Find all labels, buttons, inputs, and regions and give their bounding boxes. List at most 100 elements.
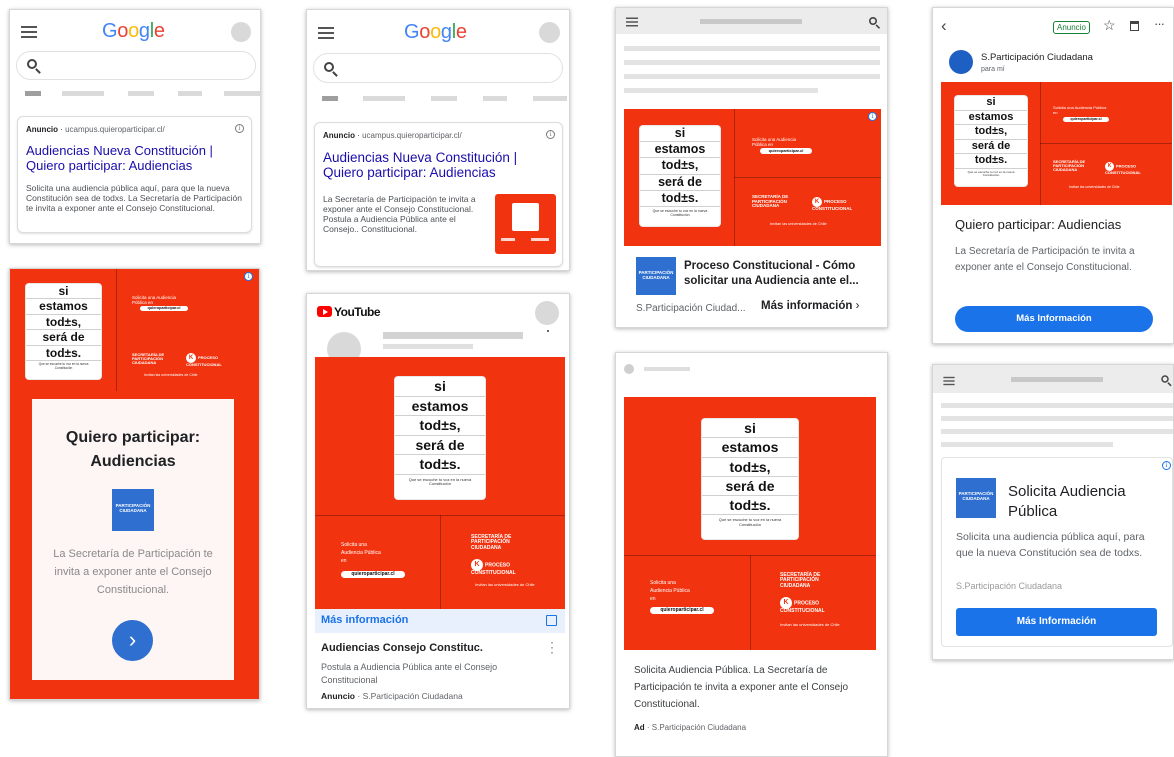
search-input[interactable]	[16, 51, 256, 80]
sender-avatar	[949, 50, 973, 74]
ad-description: Solicita Audiencia Pública. La Secretarí…	[634, 665, 849, 710]
source-placeholder	[644, 367, 690, 371]
search-icon	[27, 59, 37, 69]
adchoices-icon[interactable]: i	[1162, 461, 1171, 470]
tab-all[interactable]	[25, 91, 41, 96]
display-ad[interactable]: i PARTICIPACIÓN CIUDADANA Solicita Audien…	[941, 457, 1173, 647]
recipient: para mí	[981, 66, 1005, 73]
campaign-slogan: si estamos tod±s, será de tod±s. Que se escu…	[26, 284, 101, 379]
mas-informacion-button[interactable]: Más Información	[956, 608, 1157, 636]
url-pill: quieroparticipar.cl	[760, 148, 812, 154]
search-icon	[324, 62, 334, 72]
external-link-icon[interactable]	[546, 615, 557, 626]
tab-placeholder[interactable]	[483, 96, 507, 101]
account-avatar[interactable]	[535, 301, 559, 325]
tab-placeholder[interactable]	[62, 91, 104, 96]
discover-ad-card: si estamos tod±s, será de tod±s. Que se escu…	[615, 352, 888, 757]
ad-description: Solicita una audiencia pública aquí, par…	[956, 531, 1145, 559]
secretaria-logo: SECRETARÍA DE PARTICIPACIÓN CIUDADANA	[752, 194, 789, 209]
solicita-text: Solicita una Audiencia Pública en	[1053, 105, 1107, 115]
invitan-text: Invitan las universidades de Chile	[1069, 185, 1120, 189]
mas-informacion-link[interactable]: Más información ›	[761, 300, 859, 312]
invitan-text: Invitan las universidades de Chile	[475, 582, 535, 587]
ad-title[interactable]: Quiero participar: Audiencias	[955, 217, 1121, 232]
account-avatar[interactable]	[231, 22, 251, 42]
tab-placeholder[interactable]	[431, 96, 457, 101]
tab-placeholder[interactable]	[533, 96, 567, 101]
adchoices-icon[interactable]: i	[868, 112, 877, 121]
youtube-play-icon	[317, 306, 332, 317]
campaign-slogan: si estamos tod±s, será de tod±s. Que se escu…	[955, 96, 1027, 186]
ad-title-link[interactable]: Audiencias Nueva Constitución | Quiero p…	[26, 143, 246, 173]
address-bar[interactable]	[1011, 377, 1103, 382]
interstitial-panel[interactable]: Quiero participar: Audiencias PARTICIPAC…	[32, 399, 234, 680]
search-ad-result[interactable]: Anuncio · ucampus.quieroparticipar.cl/ i…	[17, 116, 252, 233]
tab-placeholder[interactable]	[363, 96, 405, 101]
menu-icon[interactable]	[318, 27, 334, 39]
more-options-icon[interactable]	[547, 330, 549, 332]
ad-description: Solicita una audiencia pública aquí, par…	[26, 183, 242, 213]
ad-footer: Ad · S.Participación Ciudadana	[634, 723, 747, 732]
search-ad-result[interactable]: Anuncio · ucampus.quieroparticipar.cl/ i…	[314, 122, 563, 267]
account-avatar[interactable]	[539, 22, 560, 43]
ad-poster[interactable]: si estamos tod±s, será de tod±s. Que se escu…	[941, 82, 1172, 205]
ad-poster[interactable]: si estamos tod±s, será de tod±s. Que se escu…	[624, 109, 881, 246]
solicita-text: Solicita una Audiencia Pública en	[650, 580, 690, 602]
ad-badge: Anuncio	[1053, 21, 1090, 34]
mas-informacion-button[interactable]: Más Información	[955, 306, 1153, 332]
menu-icon[interactable]	[626, 17, 638, 27]
responsive-display-ad-card: i PARTICIPACIÓN CIUDADANA Solicita Audien…	[932, 364, 1174, 660]
source-icon	[624, 364, 634, 374]
text-placeholder	[383, 344, 473, 349]
google-logo: Google	[404, 21, 467, 43]
url-pill: quieroparticipar.cl	[341, 571, 405, 578]
back-arrow-icon[interactable]: ‹	[941, 16, 947, 36]
mas-informacion-link[interactable]: Más información	[321, 614, 408, 626]
ad-description: La Secretaría de Participación te invita…	[53, 548, 213, 596]
tab-placeholder[interactable]	[128, 91, 154, 96]
star-icon[interactable]: ☆	[1103, 17, 1116, 33]
solicita-text: Solicita una Audiencia Pública en	[341, 542, 381, 564]
info-icon[interactable]: i	[235, 124, 244, 133]
tab-placeholder[interactable]	[178, 91, 202, 96]
ad-title[interactable]: Audiencias Consejo Constituc.	[321, 642, 483, 654]
content-placeholder	[624, 46, 880, 51]
ad-footer: Anuncio · S.Participación Ciudadana	[321, 691, 463, 701]
ad-title: Solicita Audiencia Pública	[1008, 483, 1126, 520]
poster-divider	[734, 177, 881, 178]
menu-icon[interactable]	[943, 376, 955, 386]
youtube-ad-card: YouTube si estamos tod±s, será de tod±s. Que…	[306, 293, 570, 709]
search-input[interactable]	[313, 53, 563, 83]
tab-all[interactable]	[322, 96, 338, 101]
next-button[interactable]: ›	[112, 620, 153, 661]
tab-placeholder[interactable]	[224, 91, 260, 96]
content-placeholder	[624, 74, 880, 79]
ad-poster[interactable]: si estamos tod±s, será de tod±s. Que se escu…	[624, 397, 876, 650]
display-ad-landscape-card: si estamos tod±s, será de tod±s. Que se escu…	[615, 7, 888, 328]
more-options-icon[interactable]: ···	[1154, 16, 1165, 31]
cta-bar[interactable]: Más información	[315, 609, 565, 633]
advertiser-logo: PARTICIPACIÓN CIUDADANA	[636, 257, 676, 295]
address-bar[interactable]	[700, 19, 802, 24]
ad-title-link[interactable]: Audiencias Nueva Constitución | Quiero p…	[323, 150, 559, 180]
ad-thumbnail	[495, 194, 556, 254]
url-pill: quieroparticipar.cl	[140, 306, 188, 311]
search-icon[interactable]	[1161, 375, 1169, 383]
solicita-text: Solicita una Audiencia Pública en	[752, 137, 797, 148]
ad-poster[interactable]: si estamos tod±s, será de tod±s. Que se escu…	[315, 357, 565, 609]
delete-icon[interactable]	[1130, 21, 1139, 31]
content-placeholder	[941, 442, 1113, 447]
chevron-right-icon: ›	[855, 300, 860, 312]
advertiser-name: S.Participación Ciudad...	[636, 303, 746, 314]
ad-title[interactable]: Proceso Constitucional - Cómo solicitar …	[684, 259, 879, 289]
invitan-text: Invitan las universidades de Chile	[780, 622, 840, 627]
adchoices-icon[interactable]: i	[244, 272, 253, 281]
menu-icon[interactable]	[21, 26, 37, 38]
search-icon[interactable]	[869, 17, 877, 25]
campaign-slogan: si estamos tod±s, será de tod±s. Que se escu…	[640, 126, 720, 226]
url-pill: quieroparticipar.cl	[650, 607, 714, 614]
info-icon[interactable]: i	[546, 130, 555, 139]
more-options-icon[interactable]: ···	[550, 636, 554, 658]
content-placeholder	[624, 60, 880, 65]
campaign-slogan: si estamos tod±s, será de tod±s. Que se escu…	[702, 419, 798, 539]
